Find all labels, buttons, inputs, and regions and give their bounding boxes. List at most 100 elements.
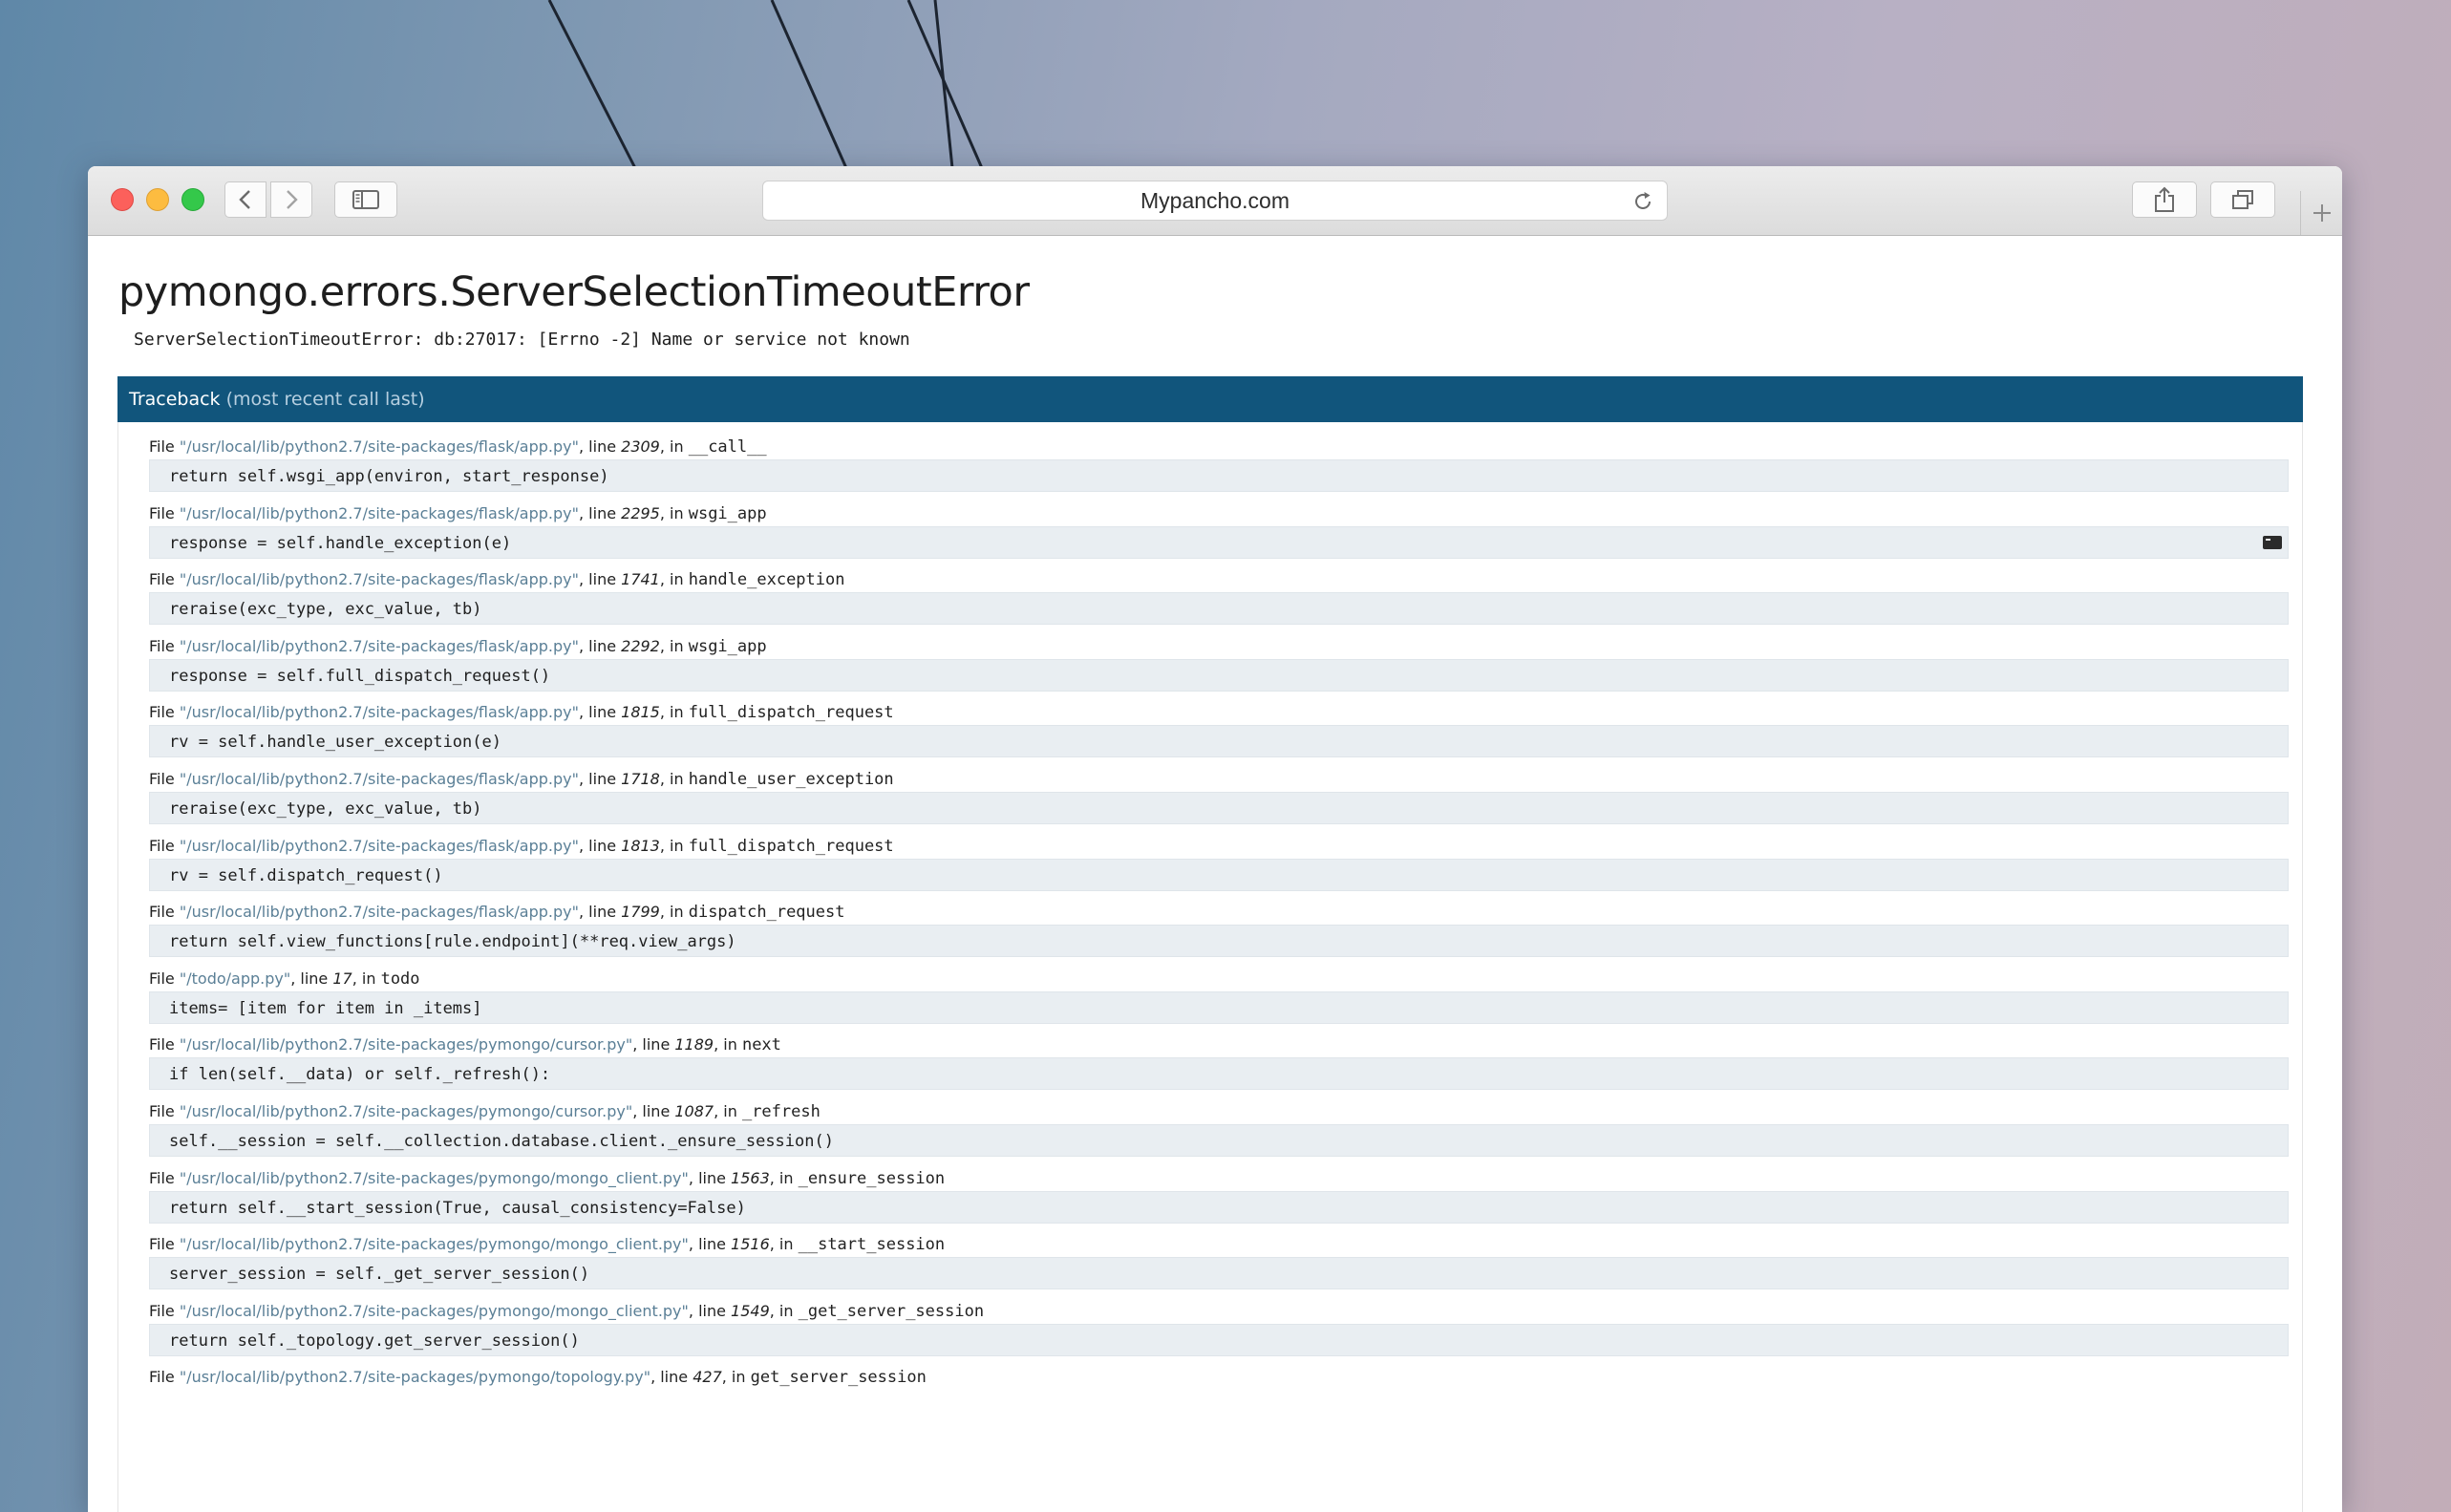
frame-source-line[interactable]: return self.view_functions[rule.endpoint… — [149, 925, 2289, 958]
frame-in-label: , in — [659, 903, 684, 922]
frame-source-line[interactable]: reraise(exc_type, exc_value, tb) — [149, 792, 2289, 824]
address-bar[interactable]: Mypancho.com — [762, 181, 1668, 221]
frame-file-path[interactable]: "/todo/app.py" — [180, 969, 290, 988]
frame-file-path[interactable]: "/usr/local/lib/python2.7/site-packages/… — [180, 1302, 689, 1320]
frame-line-label: , line — [579, 903, 617, 922]
frame-source-line[interactable]: rv = self.dispatch_request() — [149, 858, 2289, 891]
frame-function-name: full_dispatch_request — [688, 836, 894, 856]
frame-line-number: 1087 — [674, 1102, 714, 1120]
frame-file-path[interactable]: "/usr/local/lib/python2.7/site-packages/… — [180, 1035, 632, 1054]
zoom-window-button[interactable] — [181, 188, 204, 211]
frame-location: File "/usr/local/lib/python2.7/site-pack… — [149, 900, 2289, 925]
frame-line-label: , line — [579, 437, 617, 456]
frame-in-label: , in — [659, 437, 684, 456]
frame-source-line[interactable]: return self.wsgi_app(environ, start_resp… — [149, 459, 2289, 492]
back-button[interactable] — [224, 181, 266, 218]
frame-file-path[interactable]: "/usr/local/lib/python2.7/site-packages/… — [180, 1235, 689, 1253]
frame-source-text: reraise(exc_type, exc_value, tb) — [169, 600, 482, 620]
frame-location: File "/usr/local/lib/python2.7/site-pack… — [149, 1299, 2289, 1324]
minimize-window-button[interactable] — [146, 188, 169, 211]
frame-line-label: , line — [290, 969, 329, 988]
frame-location: File "/usr/local/lib/python2.7/site-pack… — [149, 1033, 2289, 1057]
new-tab-button[interactable] — [2300, 191, 2342, 235]
frame-location: File "/todo/app.py", line 17, in todo — [149, 967, 2289, 991]
frame-file-path[interactable]: "/usr/local/lib/python2.7/site-packages/… — [180, 1368, 650, 1386]
traceback-heading: Traceback — [129, 389, 221, 410]
frame-file-path[interactable]: "/usr/local/lib/python2.7/site-packages/… — [180, 703, 579, 721]
frame-line-label: , line — [579, 570, 617, 589]
forward-button[interactable] — [270, 181, 312, 218]
frame-source-text: response = self.handle_exception(e) — [169, 533, 512, 553]
frame-source-text: self.__session = self.__collection.datab… — [169, 1132, 834, 1151]
share-button[interactable] — [2132, 181, 2197, 218]
traceback-frame: File "/usr/local/lib/python2.7/site-pack… — [149, 634, 2289, 692]
traceback-frame: File "/usr/local/lib/python2.7/site-pack… — [149, 1166, 2289, 1224]
page-content: pymongo.errors.ServerSelectionTimeoutErr… — [88, 236, 2342, 1512]
page-title: pymongo.errors.ServerSelectionTimeoutErr… — [118, 268, 1030, 316]
frame-location: File "/usr/local/lib/python2.7/site-pack… — [149, 567, 2289, 592]
frame-line-label: , line — [579, 703, 617, 722]
frame-source-text: return self.wsgi_app(environ, start_resp… — [169, 467, 609, 486]
frame-location: File "/usr/local/lib/python2.7/site-pack… — [149, 767, 2289, 792]
frame-line-number: 427 — [693, 1368, 722, 1387]
frame-file-path[interactable]: "/usr/local/lib/python2.7/site-packages/… — [180, 1169, 689, 1187]
frame-location: File "/usr/local/lib/python2.7/site-pack… — [149, 634, 2289, 659]
frame-line-number: 1815 — [621, 703, 660, 722]
frame-source-line[interactable]: reraise(exc_type, exc_value, tb) — [149, 592, 2289, 626]
frame-source-line[interactable]: rv = self.handle_user_exception(e) — [149, 725, 2289, 758]
frame-line-label: , line — [579, 836, 617, 855]
frame-function-name: wsgi_app — [688, 636, 767, 656]
close-window-button[interactable] — [111, 188, 134, 211]
frame-location: File "/usr/local/lib/python2.7/site-pack… — [149, 1099, 2289, 1124]
traceback-frame: File "/usr/local/lib/python2.7/site-pack… — [149, 767, 2289, 824]
frame-source-line[interactable]: response = self.handle_exception(e) — [149, 525, 2289, 559]
frame-file-path[interactable]: "/usr/local/lib/python2.7/site-packages/… — [180, 437, 579, 456]
frame-in-label: , in — [721, 1368, 746, 1387]
frame-file-path[interactable]: "/usr/local/lib/python2.7/site-packages/… — [180, 637, 579, 655]
frame-file-label: File — [149, 1368, 175, 1387]
frame-source-line[interactable]: items= [item for item in _items] — [149, 990, 2289, 1024]
frame-source-line[interactable]: server_session = self._get_server_sessio… — [149, 1257, 2289, 1290]
frame-source-text: server_session = self._get_server_sessio… — [169, 1265, 590, 1285]
frame-line-number: 1563 — [731, 1168, 770, 1187]
traceback-subheading: (most recent call last) — [225, 389, 425, 410]
frame-source-line[interactable]: self.__session = self.__collection.datab… — [149, 1124, 2289, 1157]
show-tabs-button[interactable] — [2210, 181, 2275, 218]
frame-file-path[interactable]: "/usr/local/lib/python2.7/site-packages/… — [180, 770, 579, 788]
frame-function-name: next — [741, 1035, 781, 1055]
browser-window: Mypancho.com pymongo.errors.ServerSelect… — [88, 166, 2342, 1512]
frame-source-line[interactable]: return self._topology.get_server_session… — [149, 1323, 2289, 1356]
console-icon[interactable] — [2263, 535, 2282, 549]
frame-source-line[interactable]: if len(self.__data) or self._refresh(): — [149, 1057, 2289, 1091]
frame-in-label: , in — [769, 1235, 794, 1254]
traceback-header[interactable]: Traceback (most recent call last) — [117, 376, 2303, 422]
frame-location: File "/usr/local/lib/python2.7/site-pack… — [149, 1166, 2289, 1191]
frame-file-path[interactable]: "/usr/local/lib/python2.7/site-packages/… — [180, 570, 579, 588]
sidebar-icon — [352, 190, 379, 209]
frame-line-number: 1189 — [674, 1035, 714, 1054]
frame-line-number: 1799 — [621, 903, 660, 922]
frame-file-path[interactable]: "/usr/local/lib/python2.7/site-packages/… — [180, 903, 579, 921]
frame-source-text: return self._topology.get_server_session… — [169, 1331, 580, 1351]
frame-function-name: get_server_session — [750, 1368, 927, 1388]
frame-line-label: , line — [688, 1168, 726, 1187]
sidebar-button[interactable] — [334, 181, 397, 218]
frame-source-line[interactable]: response = self.full_dispatch_request() — [149, 658, 2289, 692]
frame-source-line[interactable]: return self.__start_session(True, causal… — [149, 1190, 2289, 1224]
frame-in-label: , in — [714, 1035, 737, 1054]
frame-in-label: , in — [769, 1168, 794, 1187]
frame-line-number: 1741 — [621, 570, 660, 589]
reload-icon[interactable] — [1630, 189, 1655, 214]
frame-in-label: , in — [659, 636, 684, 655]
frame-location: File "/usr/local/lib/python2.7/site-pack… — [149, 1365, 2289, 1390]
frame-file-path[interactable]: "/usr/local/lib/python2.7/site-packages/… — [180, 504, 579, 522]
frame-file-path[interactable]: "/usr/local/lib/python2.7/site-packages/… — [180, 837, 579, 855]
traceback-frame: File "/usr/local/lib/python2.7/site-pack… — [149, 1099, 2289, 1157]
error-message: ServerSelectionTimeoutError: db:27017: [… — [134, 330, 910, 350]
frame-in-label: , in — [659, 703, 684, 722]
frame-file-label: File — [149, 836, 175, 855]
frame-line-number: 17 — [332, 969, 352, 988]
frame-file-path[interactable]: "/usr/local/lib/python2.7/site-packages/… — [180, 1102, 632, 1120]
frame-line-label: , line — [579, 503, 617, 522]
frame-file-label: File — [149, 1235, 175, 1254]
